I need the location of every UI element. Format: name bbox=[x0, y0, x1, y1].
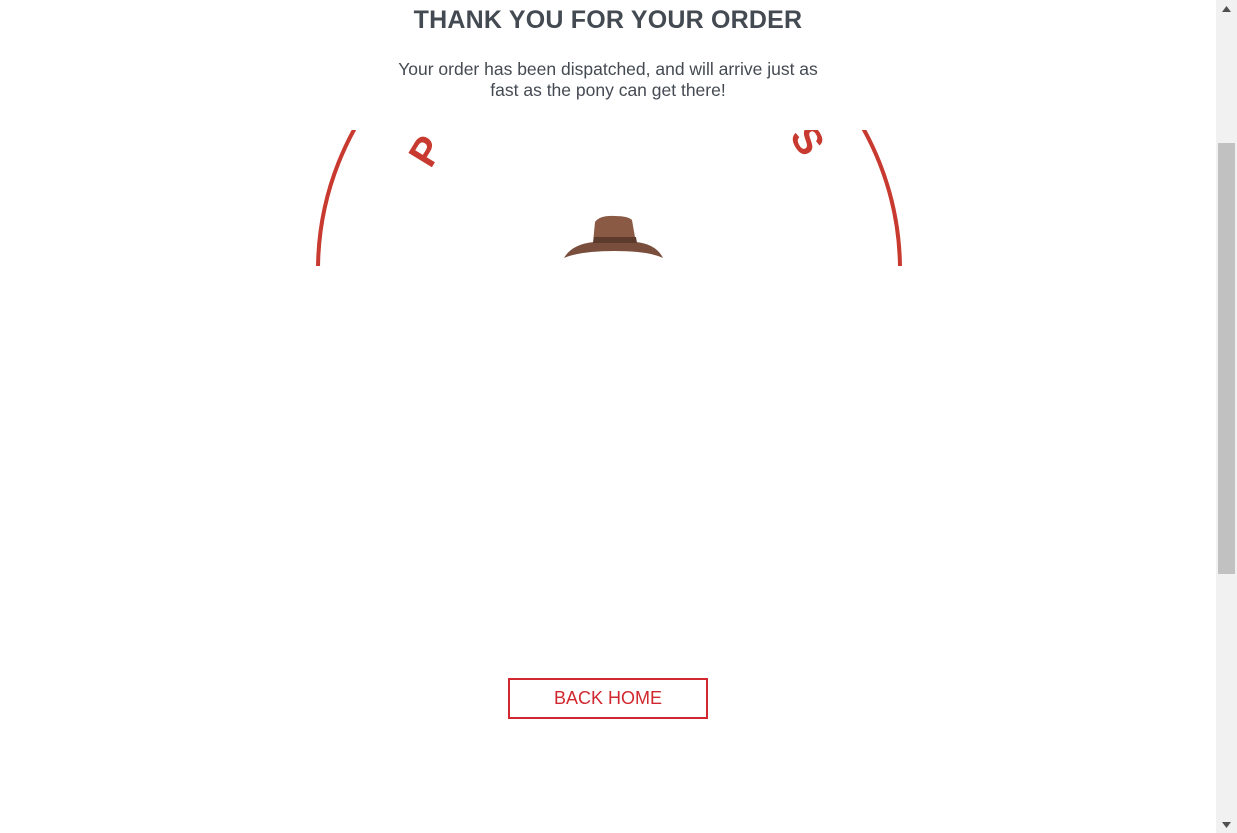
pony-express-logo: PONY EXPRESS bbox=[310, 130, 910, 266]
page-title: THANK YOU FOR YOUR ORDER bbox=[413, 6, 803, 34]
triangle-down-icon[interactable] bbox=[1216, 816, 1237, 833]
vertical-scrollbar[interactable] bbox=[1216, 0, 1237, 833]
page-viewport: THANK YOU FOR YOUR ORDER Your order has … bbox=[0, 0, 1216, 833]
logo-lettering: PONY EXPRESS bbox=[401, 130, 840, 174]
cowboy-hat-icon bbox=[564, 215, 663, 258]
confirmation-message: Your order has been dispatched, and will… bbox=[398, 59, 818, 100]
scrollbar-thumb[interactable] bbox=[1218, 143, 1235, 574]
cowboy-hat-logo: PONY EXPRESS bbox=[316, 130, 902, 266]
triangle-up-icon[interactable] bbox=[1216, 0, 1237, 17]
back-home-button[interactable]: BACK HOME bbox=[508, 678, 708, 719]
